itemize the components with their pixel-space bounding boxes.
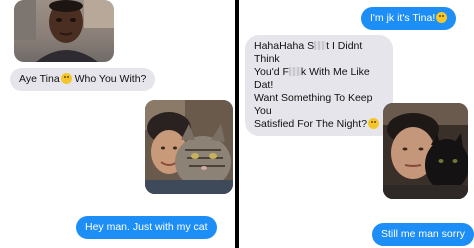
left-conversation-panel: Aye Tina Who You With? Hey man. Just wit… xyxy=(0,0,235,248)
man-selfie-photo[interactable] xyxy=(14,0,114,62)
message-text: I'm jk it's Tina! xyxy=(370,12,436,24)
man-with-cat-photo[interactable] xyxy=(145,100,233,194)
message-text-continued: Who You With? xyxy=(71,73,147,85)
message-text: Aye Tina xyxy=(19,73,60,85)
message-line-2: You'd Fk With Me Like Dat! xyxy=(254,66,370,91)
message-line-4: Satisfied For The Night? xyxy=(254,118,384,131)
outgoing-message-bubble-2[interactable]: Still me man sorry xyxy=(372,223,474,246)
censor-blur xyxy=(314,41,327,50)
outgoing-message-bubble-1[interactable]: I'm jk it's Tina! xyxy=(361,7,457,30)
right-conversation-panel: I'm jk it's Tina! HahaHaha St I Didnt Th… xyxy=(239,0,474,248)
incoming-message-bubble[interactable]: HahaHaha St I Didnt Think You'd Fk With … xyxy=(245,35,393,136)
message-text: Still me man sorry xyxy=(381,228,466,240)
man-with-black-cat-photo[interactable] xyxy=(383,103,468,199)
message-line-1: HahaHaha St I Didnt Think xyxy=(254,40,363,65)
smirk-emoji-icon xyxy=(368,118,380,129)
incoming-message-bubble[interactable]: Aye Tina Who You With? xyxy=(10,68,156,91)
grin-emoji-icon xyxy=(436,12,448,23)
message-text: Hey man. Just with my cat xyxy=(85,221,208,233)
censor-blur xyxy=(288,67,301,76)
outgoing-message-bubble[interactable]: Hey man. Just with my cat xyxy=(76,216,217,239)
message-line-3: Want Something To Keep You xyxy=(254,92,373,117)
smirk-emoji-icon xyxy=(60,73,72,84)
